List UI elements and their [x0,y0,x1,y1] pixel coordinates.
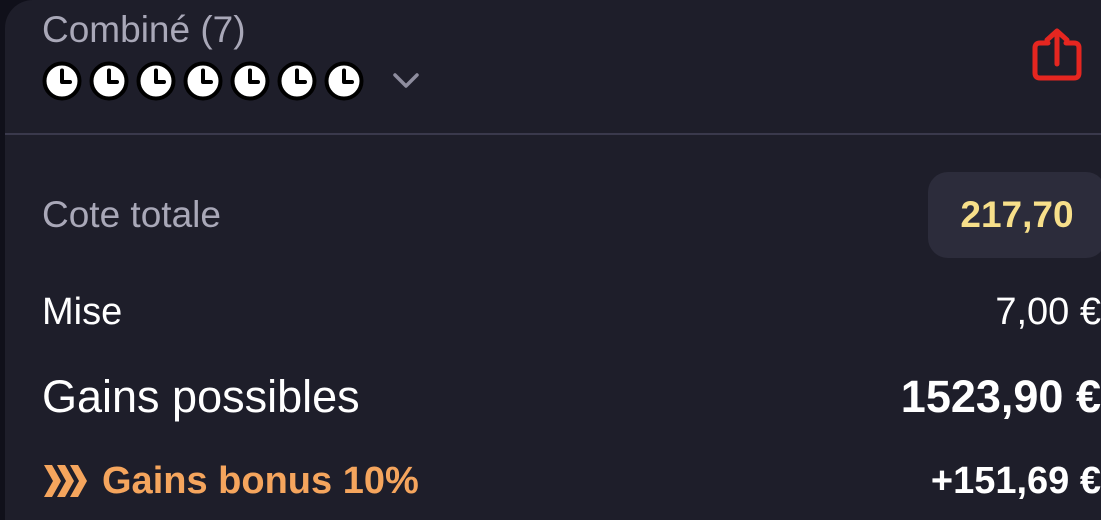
bet-slip-header[interactable]: Combiné (7) [5,0,1101,134]
clock-icon [89,61,129,101]
chevron-down-icon[interactable] [386,61,426,101]
bonus-gains-row: Gains bonus 10% +151,69 € [42,456,1101,506]
bet-slip-card: Combiné (7) Cote totale 217,70 Mise 7,00… [5,0,1101,520]
clock-icon [136,61,176,101]
bonus-gains-title: Gains bonus 10% [42,460,419,503]
total-odds-badge: 217,70 [928,172,1101,258]
stake-label: Mise [42,290,123,333]
total-odds-row: Cote totale 217,70 [42,172,1101,258]
stake-value: 7,00 € [995,290,1101,333]
clock-icon [183,61,223,101]
bet-type-title: Combiné (7) [42,9,246,50]
potential-gains-row: Gains possibles 1523,90 € [42,368,1101,426]
stake-row: Mise 7,00 € [42,288,1101,336]
selections-status-row[interactable] [42,61,426,101]
total-odds-label: Cote totale [42,194,221,235]
header-divider [5,133,1101,135]
potential-gains-value: 1523,90 € [900,371,1101,422]
clock-icon [42,61,82,101]
share-icon[interactable] [1027,26,1087,86]
bonus-gains-value: +151,69 € [930,459,1101,502]
clock-icon [324,61,364,101]
bonus-gains-label: Gains bonus 10% [102,459,419,502]
clock-icon [277,61,317,101]
chevrons-right-icon [44,465,87,497]
potential-gains-label: Gains possibles [42,371,360,422]
clock-icon [230,61,270,101]
